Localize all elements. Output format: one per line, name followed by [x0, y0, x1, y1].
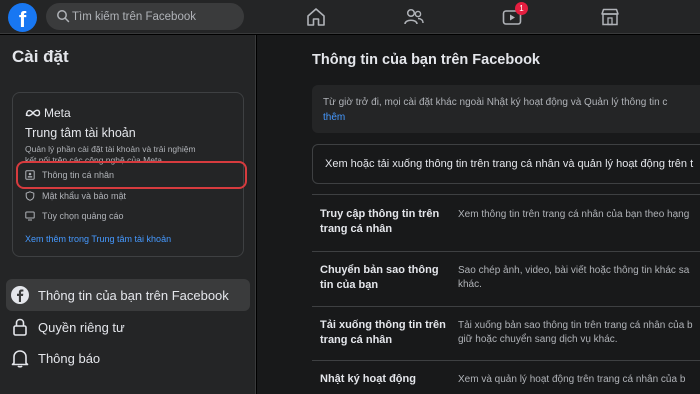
row-description: Sao chép ảnh, video, bài viết hoặc thông… — [458, 265, 690, 290]
accounts-center-link[interactable]: Xem thêm trong Trung tâm tài khoản — [25, 234, 171, 244]
sidebar-title: Cài đặt — [12, 47, 69, 66]
top-bar: f 1 — [0, 0, 700, 34]
row-title[interactable]: Chuyển bản sao thông tin của bạn — [320, 263, 450, 293]
meta-brand: Meta — [44, 106, 71, 120]
row-title[interactable]: Nhật ký hoạt động — [320, 372, 450, 387]
divider — [312, 251, 700, 252]
row-description: Xem thông tin trên trang cá nhân của bạn… — [458, 209, 690, 220]
divider — [312, 306, 700, 307]
marketplace-icon[interactable] — [599, 6, 621, 28]
sidebar-item-privacy[interactable]: Quyền riêng tư — [6, 311, 250, 343]
settings-sidebar: Cài đặt Meta Trung tâm tài khoản Quản lý… — [0, 35, 256, 394]
meta-icon — [25, 109, 41, 117]
sidebar-item-label: Thông tin của bạn trên Facebook — [38, 287, 229, 303]
facebook-icon — [11, 286, 29, 304]
accounts-item-password-security[interactable]: Mật khẩu và bảo mật — [25, 189, 126, 203]
view-download-label: Xem hoặc tải xuống thông tin trên trang … — [325, 158, 694, 170]
search-icon — [57, 10, 70, 23]
home-icon[interactable] — [305, 6, 327, 28]
page-title: Thông tin của bạn trên Facebook — [312, 52, 540, 68]
friends-icon[interactable] — [403, 6, 425, 28]
personal-info-highlight — [16, 161, 247, 189]
accounts-item-label: Mật khẩu và bảo mật — [42, 191, 127, 201]
divider — [312, 194, 700, 195]
meta-logo: Meta — [25, 105, 71, 121]
sidebar-item-label: Quyền riêng tư — [38, 319, 125, 335]
info-banner: Từ giờ trở đi, mọi cài đặt khác ngoài Nh… — [312, 85, 700, 133]
row-title[interactable]: Tải xuống thông tin trên trang cá nhân — [320, 318, 450, 348]
facebook-logo[interactable]: f — [8, 3, 37, 32]
lock-icon — [13, 318, 27, 336]
bell-icon — [11, 350, 29, 368]
sidebar-item-label: Thông báo — [38, 350, 101, 366]
search-bar[interactable] — [46, 3, 244, 30]
accounts-item-ad-preferences[interactable]: Tùy chọn quảng cáo — [25, 209, 124, 223]
sidebar-item-your-information[interactable]: Thông tin của bạn trên Facebook — [6, 279, 250, 311]
sidebar-item-notifications[interactable]: Thông báo — [6, 342, 250, 374]
info-text: Từ giờ trở đi, mọi cài đặt khác ngoài Nh… — [323, 97, 668, 108]
main-content: Thông tin của bạn trên Facebook Từ giờ t… — [257, 35, 700, 394]
search-input[interactable] — [72, 3, 240, 30]
notification-badge: 1 — [515, 2, 528, 15]
row-title[interactable]: Truy cập thông tin trên trang cá nhân — [320, 207, 450, 237]
view-download-option[interactable]: Xem hoặc tải xuống thông tin trên trang … — [312, 144, 700, 184]
learn-more-link[interactable]: thêm — [323, 112, 345, 123]
accounts-item-label: Tùy chọn quảng cáo — [42, 211, 124, 221]
shield-icon — [25, 191, 35, 201]
accounts-center-title: Trung tâm tài khoản — [25, 126, 136, 140]
row-description: Xem và quản lý hoạt động trên trang cá n… — [458, 374, 686, 385]
row-description: Tải xuống bản sao thông tin trên trang c… — [458, 320, 693, 345]
monitor-icon — [25, 211, 35, 221]
divider — [312, 360, 700, 361]
